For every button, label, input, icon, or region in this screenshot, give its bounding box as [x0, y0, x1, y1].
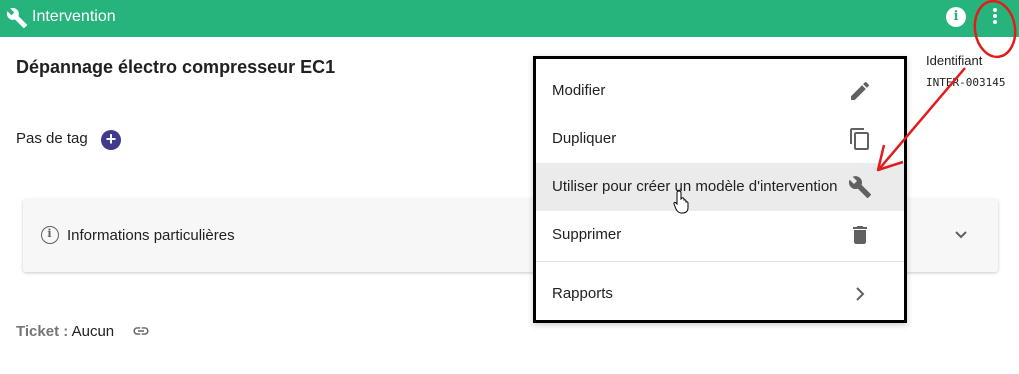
identifier-label: Identifiant	[926, 53, 983, 68]
info-outline-icon: i	[41, 226, 59, 244]
app-bar: Intervention i	[0, 0, 1019, 37]
chevron-right-icon	[856, 287, 865, 301]
info-icon[interactable]: i	[946, 7, 966, 27]
pencil-icon	[851, 81, 870, 100]
info-panel-label: Informations particulières	[67, 227, 235, 244]
intervention-title: Dépannage électro compresseur EC1	[16, 57, 336, 77]
context-menu: Modifier Dupliquer Utiliser pour créer u…	[533, 56, 907, 323]
menu-item-supprimer[interactable]: Supprimer	[536, 211, 904, 259]
menu-item-dupliquer[interactable]: Dupliquer	[536, 115, 904, 163]
menu-item-label: Supprimer	[552, 226, 622, 243]
tags-label: Pas de tag	[16, 130, 88, 147]
trash-icon	[853, 226, 867, 244]
ticket-label: Ticket :	[16, 323, 69, 340]
ticket-value: Aucun	[71, 323, 115, 340]
menu-divider	[536, 261, 904, 262]
wrench-icon	[848, 176, 871, 198]
ticket-row: Ticket : Aucun	[16, 323, 114, 340]
copy-icon	[850, 128, 869, 150]
more-vert-icon[interactable]	[990, 8, 1000, 28]
menu-item-create-template[interactable]: Utiliser pour créer un modèle d'interven…	[536, 163, 904, 211]
menu-item-rapports[interactable]: Rapports	[536, 270, 904, 318]
menu-item-label: Rapports	[552, 285, 613, 302]
identifier-value: INTER-003145	[926, 76, 1006, 89]
menu-item-label: Utiliser pour créer un modèle d'interven…	[552, 178, 838, 195]
wrench-icon	[6, 8, 28, 29]
chevron-down-icon[interactable]	[953, 229, 969, 241]
link-icon[interactable]	[130, 322, 152, 340]
page-header-title: Intervention	[32, 8, 116, 25]
menu-item-label: Dupliquer	[552, 130, 617, 147]
menu-item-modifier[interactable]: Modifier	[536, 67, 904, 115]
menu-item-label: Modifier	[552, 82, 606, 99]
add-circle-icon[interactable]: +	[101, 130, 121, 150]
